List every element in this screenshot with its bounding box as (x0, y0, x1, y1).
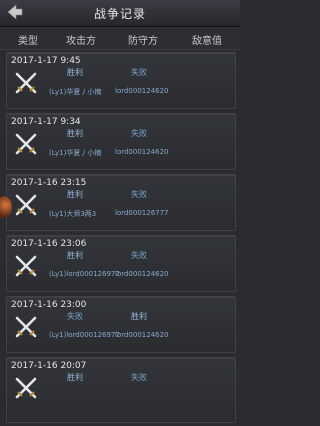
col-hostility: 敌意值 (192, 36, 222, 47)
record-card[interactable]: 2017-1-16 23:06 胜利 失败 (Ly1)lord000126977… (6, 235, 236, 292)
col-attacker: 攻击方 (66, 36, 96, 47)
defender-result: 失败 (131, 190, 147, 199)
record-date: 2017-1-17 9:34 (11, 117, 81, 127)
defender-result: 失败 (131, 373, 147, 382)
col-type: 类型 (18, 36, 38, 47)
crossed-swords-icon (15, 255, 37, 277)
attacker-result: 胜利 (67, 190, 83, 199)
defender-result: 失败 (131, 68, 147, 77)
col-defender: 防守方 (128, 36, 158, 47)
record-card[interactable]: 2017-1-17 9:34 胜利 失败 (Ly1)华夏丿小楠 lord0001… (6, 113, 236, 170)
attacker-name: (Ly1)lord000126977 (49, 331, 120, 339)
defender-name: lord000124620 (115, 87, 169, 95)
attacker-name: (Ly1)华夏丿小楠 (49, 88, 102, 96)
attacker-result: 胜利 (67, 251, 83, 260)
record-date: 2017-1-17 9:45 (11, 56, 81, 66)
crossed-swords-icon (15, 72, 37, 94)
defender-result: 失败 (131, 251, 147, 260)
column-header: 类型 攻击方 防守方 敌意值 (0, 27, 240, 50)
crossed-swords-icon (15, 194, 37, 216)
crossed-swords-icon (15, 133, 37, 155)
attacker-name: (Ly1)大师3两3 (49, 210, 97, 218)
defender-name: lord000124620 (115, 148, 169, 156)
defender-name: lord000124620 (115, 331, 169, 339)
page-title: 战争记录 (93, 7, 146, 21)
record-date: 2017-1-16 23:00 (11, 300, 87, 310)
record-card[interactable]: 2017-1-17 9:45 胜利 失败 (Ly1)华夏丿小楠 lord0001… (6, 52, 236, 109)
attacker-result: 失败 (67, 312, 83, 321)
attacker-result: 胜利 (67, 68, 83, 77)
crossed-swords-icon (15, 316, 37, 338)
record-date: 2017-1-16 20:07 (11, 361, 87, 371)
crossed-swords-icon (15, 377, 37, 399)
attacker-result: 胜利 (67, 373, 83, 382)
attacker-name: (Ly1)lord000126977 (49, 270, 120, 278)
title-bar: 战争记录 (0, 0, 240, 27)
defender-result: 失败 (131, 129, 147, 138)
defender-result: 胜利 (131, 312, 147, 321)
record-date: 2017-1-16 23:06 (11, 239, 87, 249)
defender-name: lord000124620 (115, 270, 169, 278)
record-card[interactable]: 2017-1-16 23:00 失败 胜利 (Ly1)lord000126977… (6, 296, 236, 353)
record-card[interactable]: 2017-1-16 23:15 胜利 失败 (Ly1)大师3两3 lord000… (6, 174, 236, 231)
attacker-name: (Ly1)华夏丿小楠 (49, 149, 102, 157)
attacker-result: 胜利 (67, 129, 83, 138)
record-date: 2017-1-16 23:15 (11, 178, 87, 188)
record-card[interactable]: 2017-1-16 20:07 胜利 失败 (6, 357, 236, 423)
defender-name: lord000126777 (115, 209, 169, 217)
